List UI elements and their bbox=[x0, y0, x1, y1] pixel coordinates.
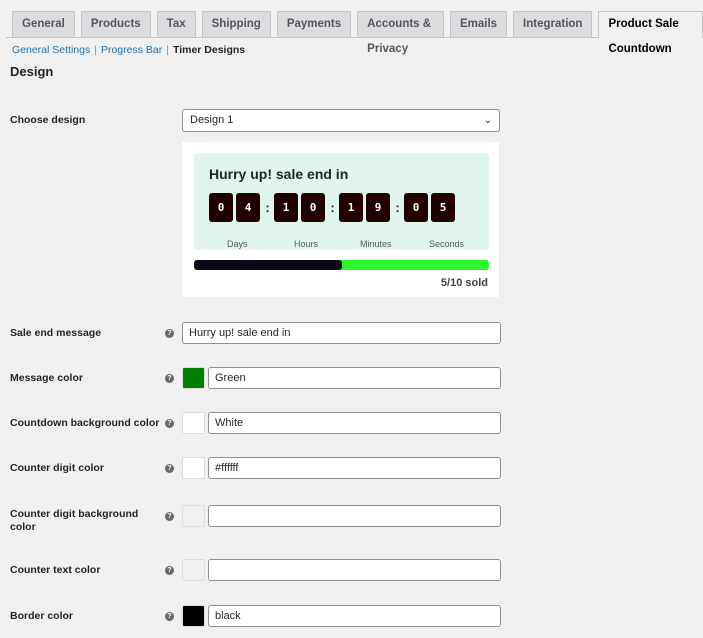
unit-minutes: Minutes bbox=[360, 239, 392, 249]
help-icon[interactable]: ? bbox=[165, 329, 174, 338]
digit: 4 bbox=[236, 193, 260, 222]
border-color-swatch[interactable] bbox=[182, 605, 205, 627]
tab-tax[interactable]: Tax bbox=[156, 11, 196, 37]
digit: 0 bbox=[404, 193, 428, 222]
counter-digit-color-swatch[interactable] bbox=[182, 457, 205, 479]
preview-title: Hurry up! sale end in bbox=[209, 166, 349, 182]
counter-digit-color-label: Counter digit color bbox=[10, 462, 104, 474]
help-icon[interactable]: ? bbox=[165, 612, 174, 621]
sale-end-message-input[interactable]: Hurry up! sale end in bbox=[182, 322, 501, 344]
tab-payments[interactable]: Payments bbox=[276, 11, 352, 37]
countdown-card: Hurry up! sale end in 04 : 10 : 19 : 05 … bbox=[194, 153, 489, 250]
digit: 0 bbox=[209, 193, 233, 222]
message-color-swatch[interactable] bbox=[182, 367, 205, 389]
sale-end-message-label: Sale end message bbox=[10, 327, 102, 339]
border-color-label: Border color bbox=[10, 610, 74, 622]
help-icon[interactable]: ? bbox=[165, 566, 174, 575]
colon: : bbox=[330, 200, 335, 215]
tab-accounts-privacy[interactable]: Accounts & Privacy bbox=[357, 11, 444, 55]
tab-emails[interactable]: Emails bbox=[449, 11, 508, 37]
counter-text-color-label: Counter text color bbox=[10, 564, 101, 576]
tab-general[interactable]: General bbox=[12, 11, 75, 37]
subnav-timer-designs: Timer Designs bbox=[172, 44, 246, 56]
countdown-background-color-input[interactable]: White bbox=[208, 412, 501, 434]
help-icon[interactable]: ? bbox=[165, 419, 174, 428]
subnav: General Settings | Progress Bar | Timer Desi… bbox=[12, 44, 245, 56]
subnav-progress-bar[interactable]: Progress Bar bbox=[101, 44, 162, 56]
separator: | bbox=[166, 44, 169, 56]
tab-integration[interactable]: Integration bbox=[513, 11, 593, 37]
settings-tabs: General Products Tax Shipping Payments A… bbox=[6, 11, 703, 55]
digit: 9 bbox=[366, 193, 390, 222]
help-icon[interactable]: ? bbox=[165, 464, 174, 473]
counter-digit-background-color-label: Counter digit background color bbox=[10, 508, 139, 533]
chevron-down-icon: ⌄ bbox=[483, 115, 492, 126]
unit-days: Days bbox=[227, 239, 248, 249]
digit: 5 bbox=[431, 193, 455, 222]
digit: 1 bbox=[339, 193, 363, 222]
section-title: Design bbox=[10, 64, 54, 79]
unit-seconds: Seconds bbox=[429, 239, 465, 249]
sold-progress-fill bbox=[194, 260, 342, 270]
countdown-background-color-swatch[interactable] bbox=[182, 412, 205, 434]
tab-products[interactable]: Products bbox=[80, 11, 151, 37]
counter-digit-color-input[interactable]: #ffffff bbox=[208, 457, 501, 479]
subnav-general-settings[interactable]: General Settings bbox=[12, 44, 90, 56]
design-select-value: Design 1 bbox=[190, 114, 234, 126]
separator: | bbox=[94, 44, 97, 56]
unit-hours: Hours bbox=[294, 239, 319, 249]
timer-preview: Hurry up! sale end in 04 : 10 : 19 : 05 … bbox=[182, 142, 499, 297]
digit: 1 bbox=[274, 193, 298, 222]
tab-product-sale-countdown[interactable]: Product Sale Countdown bbox=[598, 11, 703, 55]
counter-digit-background-color-swatch[interactable] bbox=[182, 505, 205, 527]
message-color-input[interactable]: Green bbox=[208, 367, 501, 389]
help-icon[interactable]: ? bbox=[165, 512, 174, 521]
sold-count: 5/10 sold bbox=[440, 277, 488, 289]
counter-digit-background-color-input[interactable] bbox=[208, 505, 501, 527]
help-icon[interactable]: ? bbox=[165, 374, 174, 383]
counter-text-color-swatch[interactable] bbox=[182, 559, 205, 581]
digit: 0 bbox=[301, 193, 325, 222]
border-color-input[interactable]: black bbox=[208, 605, 501, 627]
colon: : bbox=[265, 200, 270, 215]
tab-shipping[interactable]: Shipping bbox=[201, 11, 271, 37]
countdown-background-color-label: Countdown background color bbox=[10, 417, 160, 429]
colon: : bbox=[395, 200, 400, 215]
design-select[interactable]: Design 1 ⌄ bbox=[182, 109, 500, 132]
choose-design-label: Choose design bbox=[10, 114, 86, 126]
message-color-label: Message color bbox=[10, 372, 83, 384]
sold-progress-bar bbox=[194, 260, 489, 270]
countdown-digits: 04 : 10 : 19 : 05 bbox=[209, 193, 458, 222]
counter-text-color-input[interactable] bbox=[208, 559, 501, 581]
